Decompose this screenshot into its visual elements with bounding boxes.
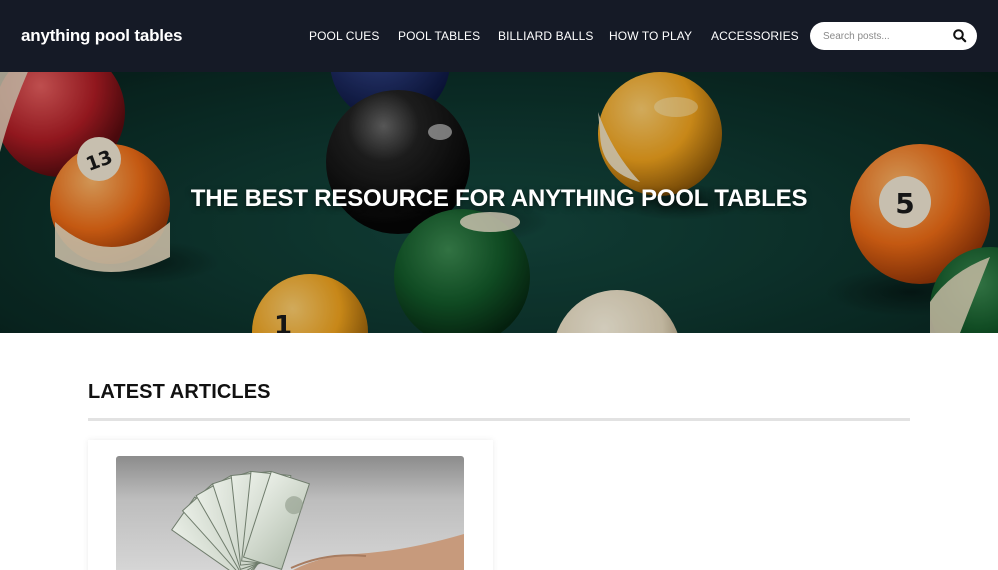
nav-item-pool-cues[interactable]: POOL CUES [309, 29, 379, 43]
article-thumbnail[interactable] [116, 456, 464, 570]
nav-item-accessories[interactable]: ACCESSORIES [711, 29, 799, 43]
site-header: anything pool tables POOL CUES POOL TABL… [0, 0, 998, 72]
nav-item-how-to-play[interactable]: HOW TO PLAY [609, 29, 692, 43]
section-title: LATEST ARTICLES [88, 381, 271, 403]
hero-banner: 13 5 1 THE BEST RESOURCE FOR ANYTHING PO… [0, 72, 998, 333]
article-card[interactable] [88, 440, 493, 570]
search-input[interactable] [823, 28, 943, 44]
section-divider [88, 418, 910, 421]
money-image [171, 470, 464, 570]
search-button[interactable] [952, 28, 968, 44]
nav-item-billiard-balls[interactable]: BILLIARD BALLS [498, 29, 593, 43]
search-icon [953, 29, 967, 43]
site-logo[interactable]: anything pool tables [21, 26, 182, 46]
search-box [810, 22, 977, 50]
nav-item-pool-tables[interactable]: POOL TABLES [398, 29, 480, 43]
hero-title: THE BEST RESOURCE FOR ANYTHING POOL TABL… [190, 185, 808, 212]
